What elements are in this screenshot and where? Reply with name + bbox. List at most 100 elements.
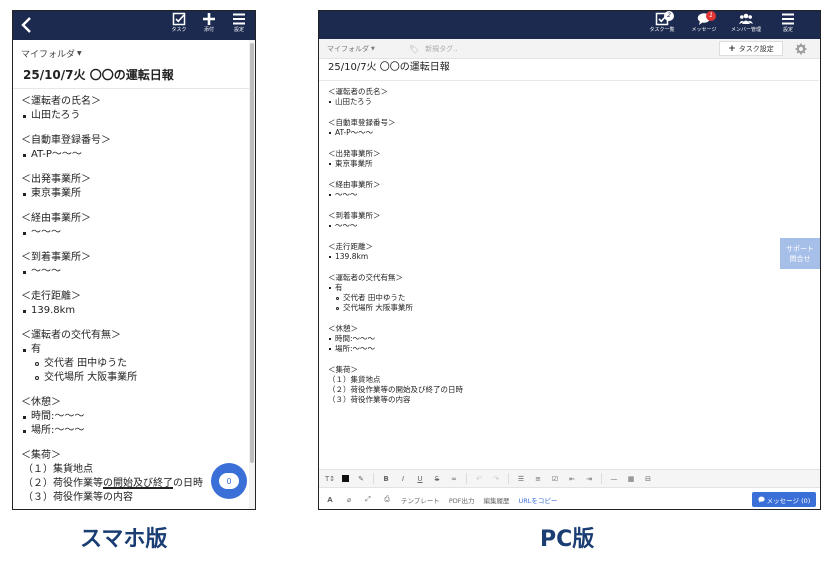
editor-bottom-bar: A ⌀ ⤢ ⎙ テンプレート PDF出力 編集履歴 URLをコピー メッセージ … (319, 489, 820, 509)
list-item: 〜〜〜 (328, 190, 820, 200)
italic-icon[interactable]: I (398, 475, 408, 483)
section-driver: ＜運転者の氏名＞ 山田たろう (328, 87, 820, 107)
divider (601, 473, 602, 484)
gear-icon[interactable] (795, 43, 807, 55)
pc-note-body[interactable]: 25/10/7火 〇〇の運転日報 ＜運転者の氏名＞ 山田たろう ＜自動車登録番号… (319, 59, 820, 469)
support-contact-button[interactable]: サポート 問合せ (780, 238, 820, 269)
checklist-icon[interactable]: ☑ (550, 475, 560, 483)
attach-label: 添付 (203, 27, 214, 33)
tag-input[interactable]: 🏷 新規タグ.. (409, 44, 458, 54)
chevron-left-icon[interactable] (17, 15, 37, 35)
list-item-text: AT-P〜〜〜 (31, 149, 82, 160)
section-heading: ＜走行距離＞ (21, 291, 81, 302)
circle-bullet-icon (336, 306, 339, 310)
list-item: 山田たろう (21, 109, 249, 123)
plus-icon (203, 13, 215, 25)
font-icon[interactable]: A (325, 496, 335, 504)
task-list-button[interactable]: 2 タスク一覧 (646, 11, 678, 34)
bullet-icon (329, 101, 331, 103)
section-registration: ＜自動車登録番号＞ AT-P〜〜〜 (328, 118, 820, 138)
horizontal-rule-icon[interactable]: — (609, 475, 619, 483)
divider (508, 473, 509, 484)
strikethrough-icon[interactable]: S (432, 475, 442, 483)
message-fab[interactable]: 0 (211, 463, 247, 499)
editor-format-toolbar: T↕ ✎ B I U S ∞ ↶ ↷ ☰ ≡ ☑ ⇤ ⇥ — ▦ ⊟ (319, 469, 820, 488)
highlight-pen-icon[interactable]: ✎ (356, 475, 366, 483)
scrollbar-thumb[interactable] (250, 43, 254, 463)
list-item: 東京事業所 (21, 187, 249, 201)
attach-button[interactable]: 添付 (197, 12, 221, 34)
folder-selector[interactable]: マイフォルダ ▼ (21, 46, 249, 60)
section-heading: ＜運転者の交代有無＞ (21, 330, 121, 341)
message-label: メッセージ (691, 27, 717, 33)
section-heading: ＜運転者の氏名＞ (328, 87, 388, 96)
circle-bullet-icon (336, 296, 339, 300)
section-heading: ＜走行距離＞ (328, 242, 373, 251)
section-heading: ＜休憩＞ (21, 397, 61, 408)
pc-header: 2 タスク一覧 1 メッセージ メンバー管理 設定 (319, 11, 820, 39)
list-item: 東京事業所 (328, 159, 820, 169)
list-item: 場所:〜〜〜 (328, 344, 820, 354)
task-button[interactable]: タスク (167, 12, 191, 34)
message-button[interactable]: メッセージ (0) (752, 492, 816, 507)
expand-icon[interactable]: ⤢ (363, 495, 373, 504)
mobile-header: タスク 添付 設定 (13, 11, 255, 40)
settings-button[interactable]: 設定 (772, 12, 804, 34)
list-item-text: 東京事業所 (31, 188, 81, 199)
settings-button[interactable]: 設定 (227, 12, 251, 34)
indent-icon[interactable]: ⇥ (584, 475, 594, 483)
menu-icon (782, 13, 794, 25)
list-item: （３）荷役作業等の内容 (328, 395, 411, 404)
pdf-export-link[interactable]: PDF出力 (449, 495, 475, 505)
list-item: （１）集貨地点 (328, 375, 381, 384)
tag-placeholder: 新規タグ.. (425, 45, 458, 53)
paperclip-icon[interactable]: ⌀ (344, 496, 354, 504)
mobile-note-body[interactable]: マイフォルダ ▼ 25/10/7火 〇〇の運転日報 ＜運転者の氏名＞ 山田たろう… (13, 40, 249, 509)
list-item-text: 東京事業所 (335, 159, 373, 168)
section-driver: ＜運転者の氏名＞ 山田たろう (21, 95, 249, 123)
task-setting-button[interactable]: + タスク設定 (719, 41, 783, 56)
link-icon[interactable]: ∞ (449, 475, 459, 483)
section-registration: ＜自動車登録番号＞ AT-P〜〜〜 (21, 134, 249, 162)
list-item: 〜〜〜 (21, 226, 249, 240)
print-icon[interactable]: ⎙ (382, 495, 392, 504)
template-link[interactable]: テンプレート (401, 495, 440, 505)
text-size-icon[interactable]: T↕ (325, 475, 335, 483)
section-rest: ＜休憩＞ 時間:〜〜〜 場所:〜〜〜 (21, 396, 249, 438)
numbered-list-icon[interactable]: ≡ (533, 475, 543, 483)
text-color-icon[interactable] (342, 475, 349, 482)
bullet-list-icon[interactable]: ☰ (516, 475, 526, 483)
embed-icon[interactable]: ⊟ (643, 475, 653, 483)
outdent-icon[interactable]: ⇤ (567, 475, 577, 483)
list-subitem: 交代者 田中ゆうた (328, 293, 820, 303)
text-part: の日時 (173, 478, 203, 489)
table-icon[interactable]: ▦ (626, 475, 636, 483)
list-item-text: 山田たろう (335, 97, 373, 106)
underline-icon[interactable]: U (415, 475, 425, 483)
redo-icon[interactable]: ↷ (491, 475, 501, 483)
bold-icon[interactable]: B (381, 475, 391, 483)
undo-icon[interactable]: ↶ (474, 475, 484, 483)
caret-down-icon: ▼ (371, 46, 375, 52)
pc-caption: PC版 (540, 527, 595, 552)
edit-history-link[interactable]: 編集履歴 (483, 495, 509, 505)
section-heading: ＜経由事業所＞ (21, 213, 91, 224)
message-button[interactable]: 1 メッセージ (688, 11, 720, 34)
list-item-text: 山田たろう (31, 110, 81, 121)
copy-url-link[interactable]: URLをコピー (518, 495, 557, 505)
page-title: 25/10/7火 〇〇の運転日報 (328, 62, 450, 73)
support-label-1: サポート (786, 244, 814, 253)
chat-bubble-icon (758, 496, 765, 503)
folder-selector[interactable]: マイフォルダ ▼ (327, 44, 375, 54)
divider (319, 80, 819, 81)
bullet-icon (23, 153, 26, 157)
settings-label: 設定 (782, 27, 793, 33)
mobile-caption: スマホ版 (80, 527, 168, 552)
section-departure: ＜出発事業所＞ 東京事業所 (328, 149, 820, 169)
section-via: ＜経由事業所＞ 〜〜〜 (328, 180, 820, 200)
list-item-text: 有 (31, 344, 41, 355)
section-arrival: ＜到着事業所＞ 〜〜〜 (328, 211, 820, 231)
list-item-text: 〜〜〜 (31, 227, 61, 238)
member-management-button[interactable]: メンバー管理 (730, 12, 762, 34)
list-item-text: 時間:〜〜〜 (335, 334, 376, 343)
